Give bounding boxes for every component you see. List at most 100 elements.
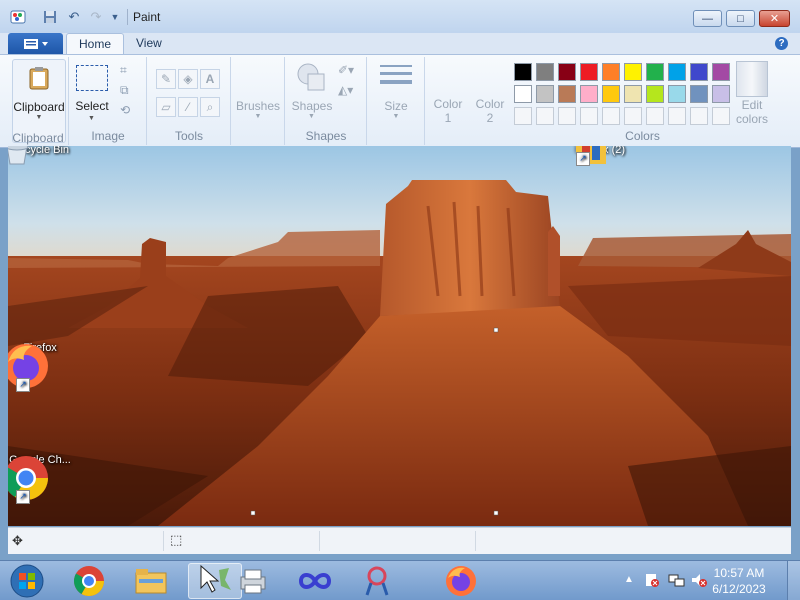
color2-button[interactable]: Color 2 <box>470 97 510 125</box>
show-desktop-button[interactable] <box>787 561 800 600</box>
image-group-label: Image <box>91 129 125 143</box>
clock-time[interactable]: 10:57 AM <box>704 566 774 580</box>
maximize-button[interactable]: □ <box>726 10 755 27</box>
drawing-canvas[interactable]: Recycle Bin ↗ Firefox (2) ↗ Firefox ↗ Go… <box>8 146 791 526</box>
custom-color-swatch[interactable] <box>690 107 708 125</box>
color-swatch[interactable] <box>668 85 686 103</box>
customize-dropdown-icon[interactable]: ▼ <box>107 9 123 25</box>
color-swatch[interactable] <box>580 85 598 103</box>
fill-style-icon[interactable]: ◭▾ <box>338 83 353 97</box>
custom-color-swatch[interactable] <box>558 107 576 125</box>
clipboard-group-label: Clipboard <box>12 131 64 145</box>
save-icon[interactable] <box>42 9 58 25</box>
file-menu-button[interactable] <box>8 33 63 54</box>
firefox-icon <box>446 566 476 596</box>
window-title: Paint <box>133 10 161 24</box>
color-swatch[interactable] <box>602 85 620 103</box>
custom-color-swatch[interactable] <box>712 107 730 125</box>
color-swatch[interactable] <box>514 63 532 81</box>
taskbar: ▲ 10:57 AM 6/12/2023 <box>0 560 800 600</box>
minimize-button[interactable]: — <box>693 10 722 27</box>
clock-date[interactable]: 6/12/2023 <box>704 582 774 596</box>
outline-icon[interactable]: ✐▾ <box>338 63 354 77</box>
color-swatch[interactable] <box>514 85 532 103</box>
custom-color-swatch[interactable] <box>536 107 554 125</box>
taskbar-snipping-tool[interactable] <box>350 563 404 599</box>
tools-group: ✎ ◈ A ▱ ⁄ ⌕ Tools <box>148 57 231 145</box>
snipping-tool-icon <box>365 566 389 596</box>
file-explorer-icon <box>135 569 167 594</box>
custom-color-swatch[interactable] <box>514 107 532 125</box>
color-swatch[interactable] <box>558 85 576 103</box>
status-divider <box>475 531 476 551</box>
color-swatch[interactable] <box>668 63 686 81</box>
color-swatch[interactable] <box>646 63 664 81</box>
action-center-icon[interactable] <box>644 572 660 591</box>
color-swatch[interactable] <box>624 63 642 81</box>
color1-button[interactable]: Color 1 <box>428 97 468 125</box>
shapes-dropdown-icon: ▼ <box>308 113 315 120</box>
eraser-icon[interactable]: ▱ <box>156 97 176 117</box>
color-swatch[interactable] <box>536 85 554 103</box>
custom-color-swatch[interactable] <box>668 107 686 125</box>
crop-icon[interactable]: ⌗ <box>120 63 127 78</box>
custom-color-swatch[interactable] <box>602 107 620 125</box>
taskbar-file-explorer[interactable] <box>124 563 178 599</box>
select-button[interactable]: Select <box>70 99 114 113</box>
color-swatch[interactable] <box>624 85 642 103</box>
image-group: Select ▼ ⌗ ⧉ ⟲ Image <box>70 57 147 145</box>
color1-label-line2: 1 <box>444 111 452 125</box>
network-icon[interactable] <box>668 572 686 591</box>
color-swatch[interactable] <box>690 63 708 81</box>
taskbar-chrome[interactable] <box>62 563 116 599</box>
rotate-icon[interactable]: ⟲ <box>120 103 130 117</box>
undo-icon[interactable]: ↶ <box>66 9 82 25</box>
custom-color-swatch[interactable] <box>646 107 664 125</box>
color-swatch[interactable] <box>646 85 664 103</box>
shapes-button[interactable]: Shapes <box>286 99 338 113</box>
paint-app-icon[interactable] <box>10 9 26 25</box>
close-button[interactable]: ✕ <box>759 10 790 27</box>
shortcut-arrow-icon: ↗ <box>576 152 590 166</box>
color-picker-icon[interactable]: ⁄ <box>178 97 198 117</box>
taskbar-printer[interactable] <box>226 563 280 599</box>
color-swatch[interactable] <box>558 63 576 81</box>
custom-color-swatch[interactable] <box>580 107 598 125</box>
color-swatch[interactable] <box>690 85 708 103</box>
size-dropdown-icon: ▼ <box>392 113 400 120</box>
brushes-group: Brushes ▼ <box>232 57 285 145</box>
color-swatch[interactable] <box>712 63 730 81</box>
taskbar-firefox[interactable] <box>434 563 488 599</box>
show-hidden-icons-icon[interactable]: ▲ <box>624 574 634 585</box>
color-swatch[interactable] <box>712 85 730 103</box>
status-bar: ✥ ⬚ <box>8 527 791 554</box>
recycle-bin-desktop-icon: Recycle Bin <box>8 146 78 165</box>
paint-window: ↶ ↷ ▼ Paint — □ ✕ Home View ? Clipboard … <box>0 0 800 600</box>
shapes-group-label: Shapes <box>305 129 347 143</box>
text-icon[interactable]: A <box>200 69 220 89</box>
fill-icon[interactable]: ◈ <box>178 69 198 89</box>
redo-icon[interactable]: ↷ <box>88 9 104 25</box>
tab-view[interactable]: View <box>124 33 174 54</box>
selection-size-icon: ⬚ <box>170 532 183 547</box>
color-swatch[interactable] <box>536 63 554 81</box>
custom-color-swatch[interactable] <box>624 107 642 125</box>
monument-valley-image <box>8 146 791 526</box>
clipboard-icon <box>29 67 49 90</box>
start-button[interactable] <box>0 563 54 599</box>
pencil-icon[interactable]: ✎ <box>156 69 176 89</box>
taskbar-infinity-app[interactable] <box>288 563 342 599</box>
colors-group: Edit colors Colors <box>510 57 775 145</box>
tab-home[interactable]: Home <box>66 33 125 55</box>
color-swatch[interactable] <box>602 63 620 81</box>
shapes-icon <box>297 63 325 91</box>
color-swatch[interactable] <box>580 63 598 81</box>
resize-icon[interactable]: ⧉ <box>120 83 129 98</box>
magnifier-icon[interactable]: ⌕ <box>200 97 220 117</box>
title-divider <box>127 9 128 25</box>
edit-colors-button[interactable]: Edit colors <box>732 98 772 126</box>
size-button[interactable]: Size <box>368 99 424 113</box>
brushes-button[interactable]: Brushes <box>232 99 284 113</box>
help-icon[interactable]: ? <box>775 37 788 50</box>
size-icon <box>380 65 412 84</box>
